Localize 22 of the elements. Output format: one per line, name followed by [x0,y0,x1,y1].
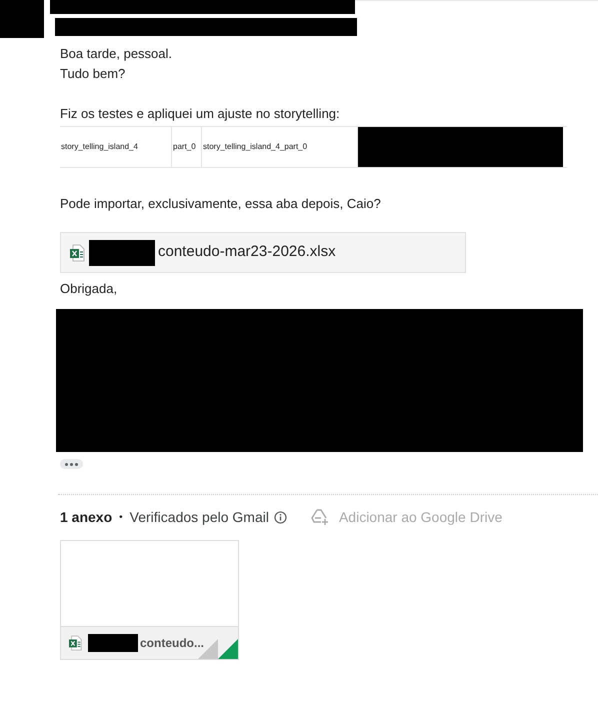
attachment-count: 1 anexo [60,508,112,526]
redaction-bar [88,634,138,652]
linked-file-chip[interactable]: conteudo-mar23-2026.xlsx [60,232,466,273]
redaction-bar [89,240,155,266]
table-cell: part_0 [172,127,202,167]
body-text: Tudo bem? [60,65,126,83]
separator-dot: • [119,510,123,524]
body-text: Fiz os testes e apliquei um ajuste no storytelling: [60,105,341,123]
attachment-card[interactable]: conteudo... [60,540,239,660]
drive-add-icon [310,508,330,526]
file-name: conteudo-mar23-2026.xlsx [158,242,336,262]
table-cell: story_telling_island_4 [60,127,172,167]
spreadsheet-icon [69,635,83,651]
body-text: Obrigada, [60,280,118,298]
scan-note: Verificados pelo Gmail [130,508,269,527]
redaction-bar [0,0,44,38]
body-text: Pode importar, exclusivamente, essa aba depois, Caio? [60,195,382,213]
body-text: Boa tarde, pessoal. [60,45,174,63]
file-name: conteudo... [140,635,204,652]
spreadsheet-icon [70,244,86,262]
show-trimmed-button[interactable] [60,459,83,469]
info-icon[interactable] [274,510,287,524]
